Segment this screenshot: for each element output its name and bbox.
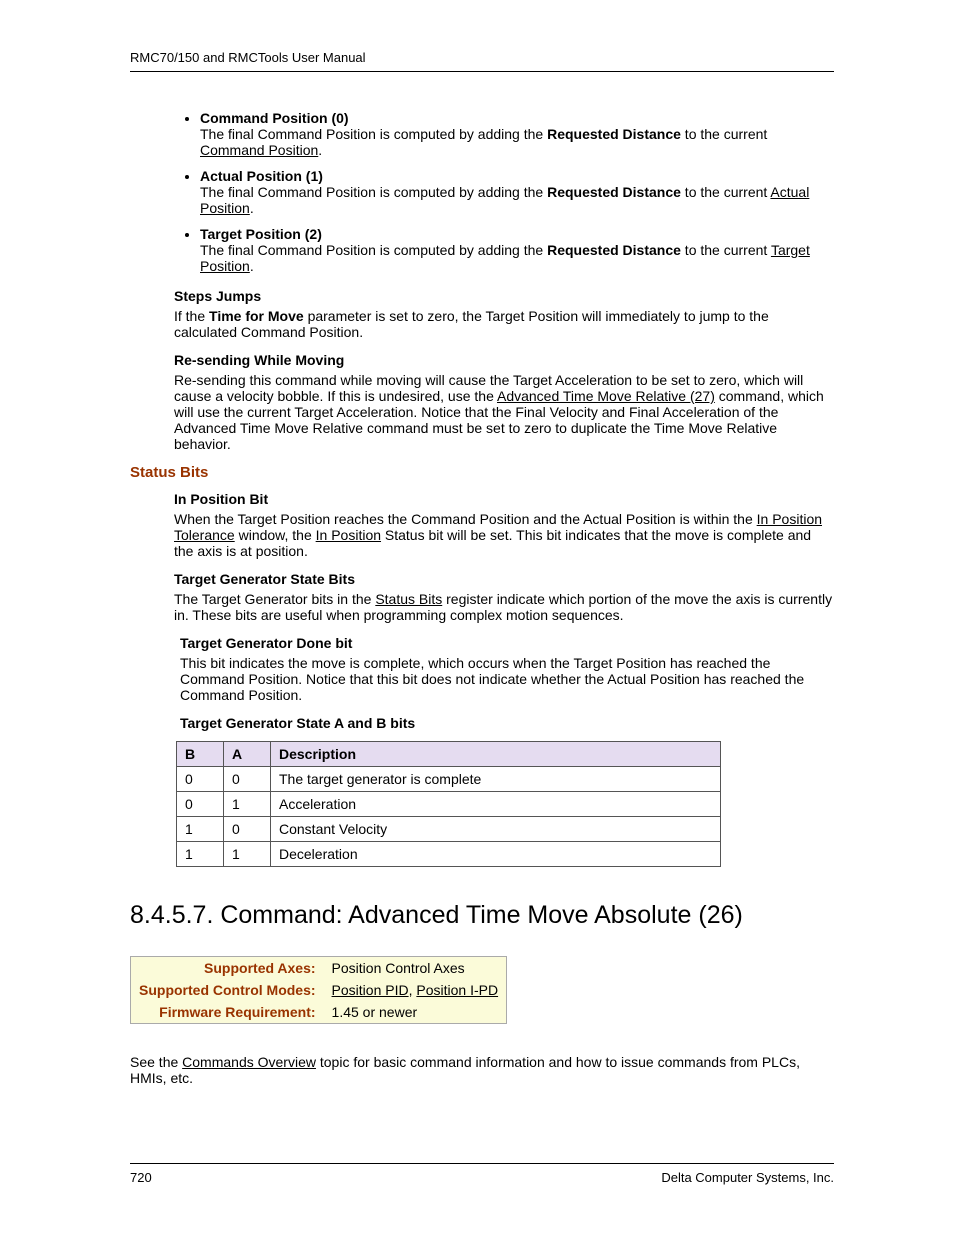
bullet-text: The final Command Position is computed b… bbox=[200, 184, 547, 200]
infobox-value-axes: Position Control Axes bbox=[324, 957, 507, 980]
text: window, the bbox=[235, 527, 316, 543]
state-bits-table: B A Description 0 0 The target generator… bbox=[176, 741, 721, 867]
bullet-text: . bbox=[250, 258, 254, 274]
cell-b: 1 bbox=[177, 817, 224, 842]
text: When the Target Position reaches the Com… bbox=[174, 511, 757, 527]
col-b: B bbox=[177, 742, 224, 767]
text: The Target Generator bits in the bbox=[174, 591, 375, 607]
infobox-label-modes: Supported Control Modes: bbox=[131, 979, 324, 1001]
page-header: RMC70/150 and RMCTools User Manual bbox=[130, 50, 834, 65]
bullet-bold: Requested Distance bbox=[547, 242, 681, 258]
cell-desc: The target generator is complete bbox=[271, 767, 721, 792]
link-adv-time-move-rel[interactable]: Advanced Time Move Relative (27) bbox=[497, 388, 715, 404]
infobox-label-fw: Firmware Requirement: bbox=[131, 1001, 324, 1024]
bullet-text: to the current bbox=[681, 126, 767, 142]
link-status-bits[interactable]: Status Bits bbox=[375, 591, 442, 607]
tg-state-title: Target Generator State Bits bbox=[174, 571, 834, 587]
bullet-text: to the current bbox=[681, 242, 771, 258]
chapter-heading: 8.4.5.7. Command: Advanced Time Move Abs… bbox=[130, 901, 834, 930]
resend-title: Re-sending While Moving bbox=[174, 352, 834, 368]
bullet-title: Actual Position (1) bbox=[200, 168, 323, 184]
cell-desc: Acceleration bbox=[271, 792, 721, 817]
table-header-row: B A Description bbox=[177, 742, 721, 767]
bullet-list: Command Position (0) The final Command P… bbox=[130, 110, 834, 274]
link-position-ipd[interactable]: Position I-PD bbox=[416, 982, 498, 998]
cell-b: 1 bbox=[177, 842, 224, 867]
header-rule bbox=[130, 71, 834, 72]
bullet-text: . bbox=[318, 142, 322, 158]
cell-b: 0 bbox=[177, 767, 224, 792]
col-a: A bbox=[224, 742, 271, 767]
bullet-text: The final Command Position is computed b… bbox=[200, 242, 547, 258]
bullet-text: to the current bbox=[681, 184, 771, 200]
text: If the bbox=[174, 308, 209, 324]
cell-desc: Deceleration bbox=[271, 842, 721, 867]
in-position-bit-text: When the Target Position reaches the Com… bbox=[174, 511, 834, 559]
cell-a: 0 bbox=[224, 767, 271, 792]
bold-text: Time for Move bbox=[209, 308, 304, 324]
infobox-value-modes: Position PID, Position I-PD bbox=[324, 979, 507, 1001]
steps-jumps-text: If the Time for Move parameter is set to… bbox=[174, 308, 834, 340]
in-position-bit-title: In Position Bit bbox=[174, 491, 834, 507]
cell-desc: Constant Velocity bbox=[271, 817, 721, 842]
col-desc: Description bbox=[271, 742, 721, 767]
bullet-item: Actual Position (1) The final Command Po… bbox=[200, 168, 834, 216]
status-bits-heading: Status Bits bbox=[130, 464, 834, 481]
table-row: 0 0 The target generator is complete bbox=[177, 767, 721, 792]
link-in-position[interactable]: In Position bbox=[316, 527, 381, 543]
cell-b: 0 bbox=[177, 792, 224, 817]
see-also-text: See the Commands Overview topic for basi… bbox=[130, 1054, 834, 1086]
infobox-label-axes: Supported Axes: bbox=[131, 957, 324, 980]
page-number: 720 bbox=[130, 1170, 152, 1185]
text: See the bbox=[130, 1054, 182, 1070]
tg-done-title: Target Generator Done bit bbox=[180, 635, 834, 651]
tg-state-text: The Target Generator bits in the Status … bbox=[174, 591, 834, 623]
steps-jumps-title: Steps Jumps bbox=[174, 288, 834, 304]
bullet-item: Target Position (2) The final Command Po… bbox=[200, 226, 834, 274]
tg-ab-title: Target Generator State A and B bits bbox=[180, 715, 834, 731]
bullet-text: . bbox=[250, 200, 254, 216]
resend-text: Re-sending this command while moving wil… bbox=[174, 372, 834, 452]
cell-a: 1 bbox=[224, 792, 271, 817]
page-footer: 720 Delta Computer Systems, Inc. bbox=[130, 1163, 834, 1185]
bullet-bold: Requested Distance bbox=[547, 126, 681, 142]
bullet-title: Command Position (0) bbox=[200, 110, 349, 126]
link-command-position[interactable]: Command Position bbox=[200, 142, 318, 158]
cell-a: 0 bbox=[224, 817, 271, 842]
link-position-pid[interactable]: Position PID bbox=[332, 982, 409, 998]
command-infobox: Supported Axes: Position Control Axes Su… bbox=[130, 956, 507, 1024]
bullet-title: Target Position (2) bbox=[200, 226, 322, 242]
table-row: 0 1 Acceleration bbox=[177, 792, 721, 817]
tg-done-text: This bit indicates the move is complete,… bbox=[180, 655, 834, 703]
bullet-item: Command Position (0) The final Command P… bbox=[200, 110, 834, 158]
link-commands-overview[interactable]: Commands Overview bbox=[182, 1054, 316, 1070]
table-row: 1 1 Deceleration bbox=[177, 842, 721, 867]
table-row: 1 0 Constant Velocity bbox=[177, 817, 721, 842]
company-name: Delta Computer Systems, Inc. bbox=[661, 1170, 834, 1185]
infobox-value-fw: 1.45 or newer bbox=[324, 1001, 507, 1024]
bullet-bold: Requested Distance bbox=[547, 184, 681, 200]
cell-a: 1 bbox=[224, 842, 271, 867]
bullet-text: The final Command Position is computed b… bbox=[200, 126, 547, 142]
